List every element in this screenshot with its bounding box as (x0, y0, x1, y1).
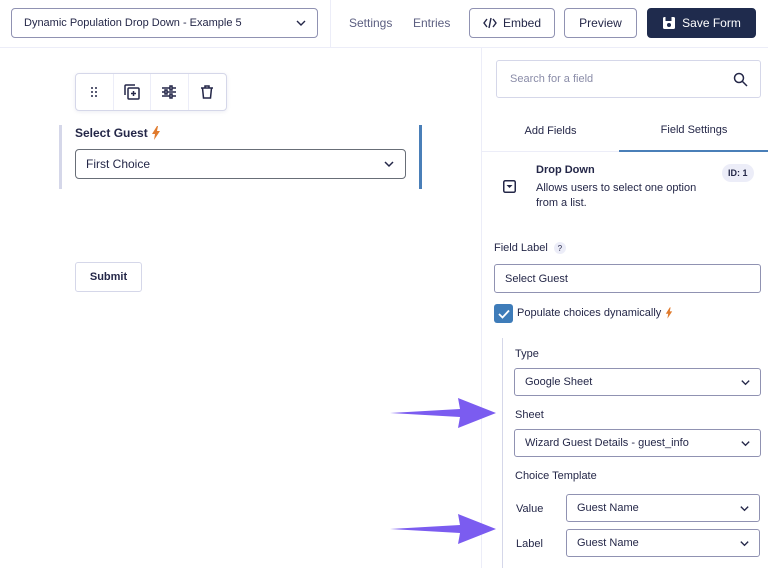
field-search[interactable] (496, 60, 761, 98)
field-id-badge: ID: 1 (722, 164, 754, 182)
sheet-heading: Sheet (515, 409, 544, 421)
trash-icon (201, 85, 214, 99)
indent-guide (502, 338, 503, 568)
tab-add-fields[interactable]: Add Fields (482, 110, 619, 152)
chevron-down-icon (384, 161, 394, 168)
sidebar: Add Fields Field Settings Drop Down Allo… (481, 48, 768, 568)
sidebar-tabs: Add Fields Field Settings (482, 110, 768, 152)
canvas-guest-select[interactable]: First Choice (75, 149, 406, 179)
embed-button[interactable]: Embed (469, 8, 555, 38)
field-settings-button[interactable] (151, 74, 189, 110)
entries-link[interactable]: Entries (413, 16, 450, 30)
code-icon (483, 17, 497, 29)
chevron-down-icon (741, 380, 750, 386)
dropdown-field-icon (503, 180, 516, 193)
bolt-icon (151, 126, 160, 140)
type-select[interactable]: Google Sheet (514, 368, 761, 396)
field-label-heading-text: Field Label (494, 242, 548, 254)
field-focus-bar-left (59, 125, 62, 189)
canvas-field-label: Select Guest (75, 126, 161, 140)
canvas-field-label-text: Select Guest (75, 126, 148, 140)
populate-checkbox[interactable] (494, 304, 513, 323)
tab-field-settings[interactable]: Field Settings (619, 110, 768, 152)
save-form-button[interactable]: Save Form (647, 8, 756, 38)
chevron-down-icon (296, 20, 306, 26)
field-focus-bar-right (419, 125, 422, 189)
embed-label: Embed (502, 16, 542, 30)
field-label-input[interactable]: Select Guest (494, 264, 761, 293)
label-heading: Label (516, 538, 543, 550)
save-icon (663, 17, 676, 29)
type-heading: Type (515, 348, 539, 360)
chevron-down-icon (741, 441, 750, 447)
field-toolbar (75, 73, 227, 111)
type-select-value: Google Sheet (525, 376, 593, 388)
search-input[interactable] (510, 73, 710, 85)
field-type-description: Allows users to select one option from a… (536, 182, 697, 209)
field-type-title: Drop Down (536, 164, 595, 176)
canvas-select-value: First Choice (86, 157, 151, 171)
choice-template-heading: Choice Template (515, 470, 597, 482)
sheet-select-value: Wizard Guest Details - guest_info (525, 437, 689, 449)
settings-link[interactable]: Settings (349, 16, 392, 30)
sliders-icon (162, 85, 177, 99)
annotation-arrow-label (390, 514, 496, 544)
label-select[interactable]: Guest Name (566, 529, 760, 557)
chevron-down-icon (740, 541, 749, 547)
value-heading: Value (516, 503, 544, 515)
divider (330, 0, 331, 48)
delete-button[interactable] (189, 74, 226, 110)
submit-button[interactable]: Submit (75, 262, 142, 292)
checkmark-icon (497, 309, 510, 319)
form-canvas (0, 48, 482, 568)
top-bar: Dynamic Population Drop Down - Example 5… (0, 0, 768, 48)
form-selector[interactable]: Dynamic Population Drop Down - Example 5 (11, 8, 318, 38)
save-label: Save Form (682, 16, 741, 30)
form-name: Dynamic Population Drop Down - Example 5 (24, 17, 242, 29)
duplicate-icon (124, 84, 140, 100)
populate-label-text: Populate choices dynamically (517, 307, 662, 319)
field-label-heading: Field Label ? (494, 242, 566, 254)
value-select-value: Guest Name (577, 502, 639, 514)
value-select[interactable]: Guest Name (566, 494, 760, 522)
drag-dots-icon (91, 87, 98, 97)
search-icon (733, 72, 748, 87)
help-icon[interactable]: ? (553, 242, 566, 254)
sheet-select[interactable]: Wizard Guest Details - guest_info (514, 429, 761, 457)
duplicate-button[interactable] (114, 74, 151, 110)
annotation-arrow-sheet (390, 398, 496, 428)
label-select-value: Guest Name (577, 537, 639, 549)
bolt-icon (666, 307, 673, 319)
chevron-down-icon (740, 506, 749, 512)
preview-button[interactable]: Preview (564, 8, 637, 38)
drag-handle[interactable] (76, 74, 114, 110)
populate-label: Populate choices dynamically (517, 307, 673, 319)
